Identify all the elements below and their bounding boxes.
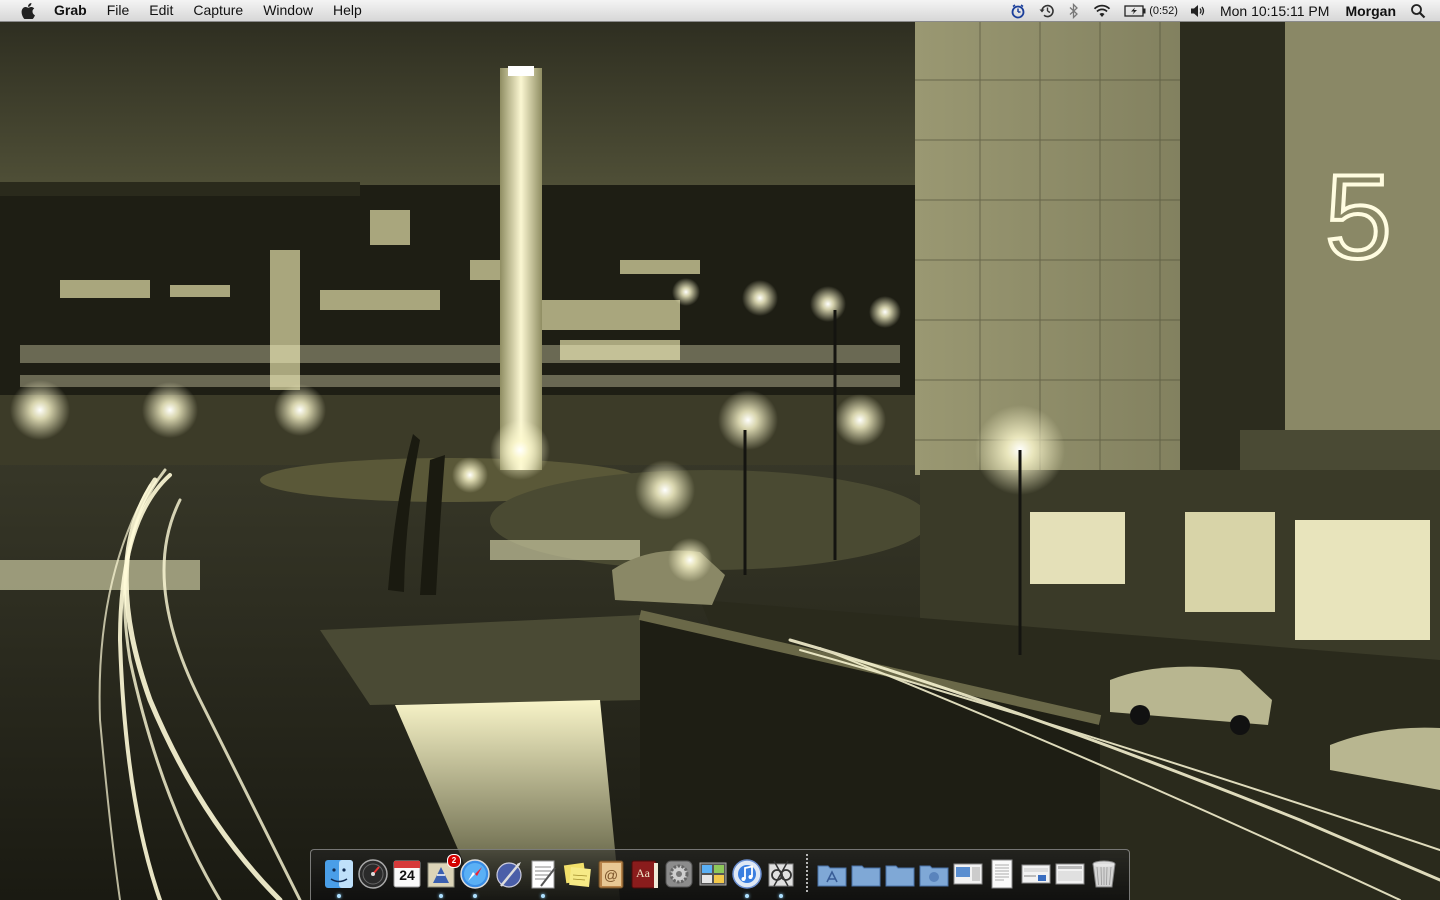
dock-separator[interactable] — [806, 854, 808, 894]
desktop[interactable]: 5 Grab File Edit Capture Window Help (0:… — [0, 0, 1440, 900]
stickies-icon[interactable] — [561, 858, 593, 890]
dock: 24 2 @ Aa — [310, 849, 1130, 900]
spotlight-icon[interactable] — [1410, 0, 1426, 21]
wifi-icon[interactable] — [1092, 0, 1112, 21]
menu-bar-left: Grab File Edit Capture Window Help — [0, 0, 372, 21]
bluetooth-icon[interactable] — [1068, 0, 1080, 21]
running-indicator — [541, 894, 545, 898]
volume-icon[interactable] — [1190, 0, 1206, 21]
activity-monitor-icon[interactable] — [697, 858, 729, 890]
running-indicator — [745, 894, 749, 898]
mail-icon[interactable]: 2 — [425, 854, 461, 890]
textedit-icon[interactable] — [527, 858, 559, 890]
document-icon[interactable] — [986, 858, 1018, 890]
script-editor-icon[interactable] — [493, 858, 525, 890]
battery-time: (0:52) — [1149, 4, 1178, 17]
menu-clock[interactable]: Mon 10:15:11 PM — [1220, 3, 1329, 19]
home-folder-icon[interactable] — [918, 858, 950, 890]
svg-text:@: @ — [604, 867, 618, 883]
running-indicator — [439, 894, 443, 898]
battery-icon[interactable]: (0:52) — [1124, 0, 1178, 21]
menu-window[interactable]: Window — [253, 0, 323, 21]
finder-icon[interactable] — [323, 858, 355, 890]
safari-icon[interactable] — [459, 858, 491, 890]
running-indicator — [337, 894, 341, 898]
menu-bar-extras: (0:52) Mon 10:15:11 PM Morgan — [1004, 0, 1440, 21]
grab-icon[interactable] — [765, 858, 797, 890]
menu-file[interactable]: File — [97, 0, 140, 21]
address-book-icon[interactable]: @ — [595, 858, 627, 890]
dictionary-icon[interactable]: Aa — [629, 858, 661, 890]
dictionary-label: Aa — [636, 866, 650, 880]
system-preferences-icon[interactable] — [663, 858, 695, 890]
itunes-icon[interactable] — [731, 858, 763, 890]
menu-capture[interactable]: Capture — [183, 0, 253, 21]
screenshot-1-icon[interactable] — [952, 858, 984, 890]
downloads-folder-icon[interactable] — [884, 858, 916, 890]
fast-user-switch[interactable]: Morgan — [1345, 3, 1396, 19]
menu-bar: Grab File Edit Capture Window Help (0:52… — [0, 0, 1440, 22]
applications-folder-icon[interactable] — [816, 858, 848, 890]
neon-sign-5: 5 — [1325, 150, 1392, 284]
menu-help[interactable]: Help — [323, 0, 372, 21]
menu-app-name[interactable]: Grab — [44, 0, 97, 21]
screenshot-2-icon[interactable] — [1020, 858, 1052, 890]
apple-icon[interactable] — [18, 0, 38, 21]
running-indicator — [473, 894, 477, 898]
desktop-wallpaper: 5 — [0, 0, 1440, 900]
trash-icon[interactable] — [1088, 858, 1120, 890]
time-machine-icon[interactable] — [1038, 0, 1056, 21]
running-indicator — [779, 894, 783, 898]
dashboard-icon[interactable] — [357, 858, 389, 890]
menu-edit[interactable]: Edit — [139, 0, 183, 21]
calendar-day: 24 — [399, 867, 415, 883]
calendar-icon[interactable]: 24 — [391, 858, 423, 890]
screenshot-3-icon[interactable] — [1054, 858, 1086, 890]
timer-icon[interactable] — [1010, 0, 1026, 21]
documents-folder-icon[interactable] — [850, 858, 882, 890]
